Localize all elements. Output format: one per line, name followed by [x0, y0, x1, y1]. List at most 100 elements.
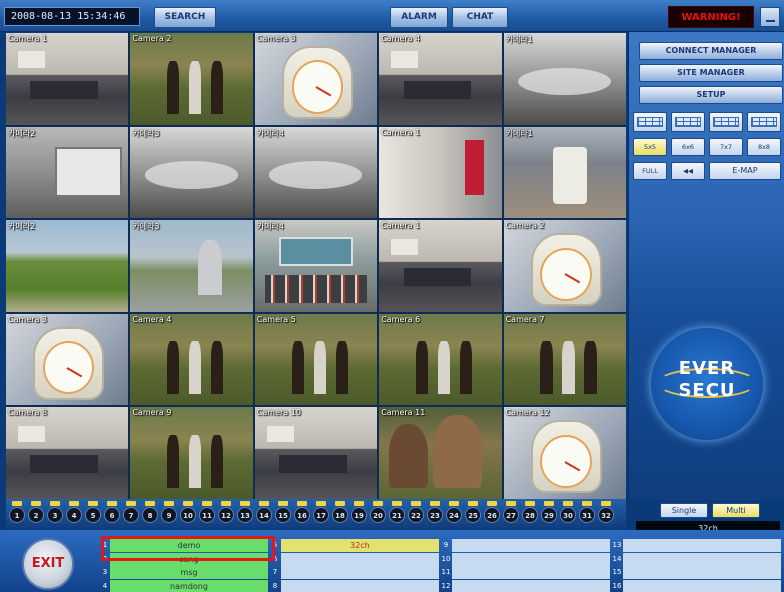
- channel-number: 29: [541, 507, 557, 523]
- channel-button[interactable]: 1: [8, 501, 26, 525]
- channel-button[interactable]: 8: [141, 501, 159, 525]
- camera-tile[interactable]: Camera 1: [379, 220, 502, 312]
- camera-tile[interactable]: Camera 9: [130, 407, 253, 499]
- channel-button[interactable]: 20: [369, 501, 387, 525]
- channel-button[interactable]: 32: [597, 501, 615, 525]
- camera-tile[interactable]: Camera 12: [503, 407, 626, 499]
- camera-tile[interactable]: Camera 5: [254, 313, 378, 406]
- channel-button[interactable]: 5: [84, 501, 102, 525]
- minimize-button[interactable]: [760, 7, 780, 27]
- single-mode-button[interactable]: Single: [660, 503, 708, 518]
- channel-button[interactable]: 3: [46, 501, 64, 525]
- channel-button[interactable]: 28: [521, 501, 539, 525]
- layout-5x5-button[interactable]: 5x5: [633, 138, 667, 156]
- alarm-button[interactable]: ALARM: [390, 7, 448, 28]
- video-frame-content: [211, 434, 224, 488]
- grid-layout-icon: [713, 117, 739, 127]
- channel-button[interactable]: 18: [331, 501, 349, 525]
- channel-button[interactable]: 27: [502, 501, 520, 525]
- camera-tile[interactable]: Camera 11: [379, 407, 502, 499]
- channel-button[interactable]: 4: [65, 501, 83, 525]
- site-slot[interactable]: [623, 539, 781, 552]
- camera-tile[interactable]: 카메라1: [503, 33, 626, 125]
- site-slot[interactable]: [623, 566, 781, 579]
- camera-tile[interactable]: Camera 7: [503, 313, 626, 406]
- channel-button[interactable]: 19: [350, 501, 368, 525]
- layout-grid-3-button[interactable]: [709, 112, 743, 132]
- site-slot[interactable]: [623, 579, 781, 592]
- channel-button[interactable]: 16: [293, 501, 311, 525]
- channel-button[interactable]: 6: [103, 501, 121, 525]
- site-slot[interactable]: 32ch: [281, 539, 439, 552]
- channel-button[interactable]: 11: [198, 501, 216, 525]
- camera-tile[interactable]: Camera 4: [379, 33, 502, 125]
- channel-led-icon: [525, 501, 535, 506]
- camera-tile[interactable]: 카메라3: [130, 220, 253, 312]
- channel-button[interactable]: 24: [445, 501, 463, 525]
- site-slot[interactable]: [281, 579, 439, 592]
- channel-button[interactable]: 17: [312, 501, 330, 525]
- camera-tile[interactable]: Camera 1: [379, 126, 502, 219]
- channel-button[interactable]: 7: [122, 501, 140, 525]
- channel-button[interactable]: 21: [388, 501, 406, 525]
- camera-tile[interactable]: Camera 8: [6, 407, 129, 499]
- fullscreen-button[interactable]: FULL: [633, 162, 667, 180]
- camera-tile[interactable]: 카메라2: [6, 220, 129, 312]
- emap-button[interactable]: E-MAP: [709, 162, 781, 180]
- camera-tile[interactable]: 카메라2: [6, 126, 129, 219]
- channel-button[interactable]: 12: [217, 501, 235, 525]
- channel-button[interactable]: 13: [236, 501, 254, 525]
- camera-tile[interactable]: Camera 3: [254, 33, 378, 125]
- channel-button[interactable]: 15: [274, 501, 292, 525]
- camera-tile[interactable]: 카메라4: [254, 126, 378, 219]
- channel-button[interactable]: 9: [160, 501, 178, 525]
- channel-button[interactable]: 10: [179, 501, 197, 525]
- exit-button[interactable]: EXIT: [22, 538, 74, 590]
- layout-grid-2-button[interactable]: [671, 112, 705, 132]
- channel-button[interactable]: 22: [407, 501, 425, 525]
- site-slot[interactable]: [623, 552, 781, 566]
- camera-tile[interactable]: Camera 4: [130, 313, 253, 406]
- camera-tile[interactable]: Camera 6: [379, 313, 502, 406]
- layout-grid-1-button[interactable]: [633, 112, 667, 132]
- channel-button[interactable]: 30: [559, 501, 577, 525]
- channel-button[interactable]: 31: [578, 501, 596, 525]
- site-slot[interactable]: [452, 579, 610, 592]
- layout-6x6-button[interactable]: 6x6: [671, 138, 705, 156]
- channel-number: 23: [427, 507, 443, 523]
- camera-tile[interactable]: 카메라3: [130, 126, 253, 219]
- camera-label: Camera 10: [256, 408, 301, 418]
- layout-7x7-button[interactable]: 7x7: [709, 138, 743, 156]
- site-slot[interactable]: [281, 566, 439, 579]
- site-slot[interactable]: [452, 539, 610, 552]
- video-frame-content: [269, 161, 363, 189]
- site-slot[interactable]: [452, 566, 610, 579]
- site-slot[interactable]: [281, 552, 439, 566]
- camera-tile[interactable]: Camera 2: [130, 33, 253, 125]
- camera-tile[interactable]: Camera 2: [503, 220, 626, 312]
- back-button[interactable]: ◀◀: [671, 162, 705, 180]
- search-button[interactable]: SEARCH: [154, 7, 216, 28]
- camera-tile[interactable]: 카메라4: [254, 220, 378, 312]
- site-slot[interactable]: namdong: [110, 579, 268, 592]
- layout-8x8-button[interactable]: 8x8: [747, 138, 781, 156]
- camera-tile[interactable]: Camera 10: [254, 407, 378, 499]
- channel-button[interactable]: 2: [27, 501, 45, 525]
- site-slot[interactable]: [452, 552, 610, 566]
- channel-button[interactable]: 29: [540, 501, 558, 525]
- setup-button[interactable]: SETUP: [639, 86, 783, 104]
- site-manager-button[interactable]: SITE MANAGER: [639, 64, 783, 82]
- connect-manager-button[interactable]: CONNECT MANAGER: [639, 42, 783, 60]
- camera-tile[interactable]: Camera 1: [6, 33, 129, 125]
- chat-button[interactable]: CHAT: [452, 7, 508, 28]
- site-slot[interactable]: msg: [110, 566, 268, 579]
- channel-button[interactable]: 23: [426, 501, 444, 525]
- channel-button[interactable]: 25: [464, 501, 482, 525]
- layout-grid-4-button[interactable]: [747, 112, 781, 132]
- multi-mode-button[interactable]: Multi: [712, 503, 760, 518]
- camera-tile[interactable]: 카메라1: [503, 126, 626, 219]
- video-frame-content: [264, 275, 368, 303]
- channel-button[interactable]: 14: [255, 501, 273, 525]
- camera-tile[interactable]: Camera 3: [6, 313, 129, 406]
- channel-button[interactable]: 26: [483, 501, 501, 525]
